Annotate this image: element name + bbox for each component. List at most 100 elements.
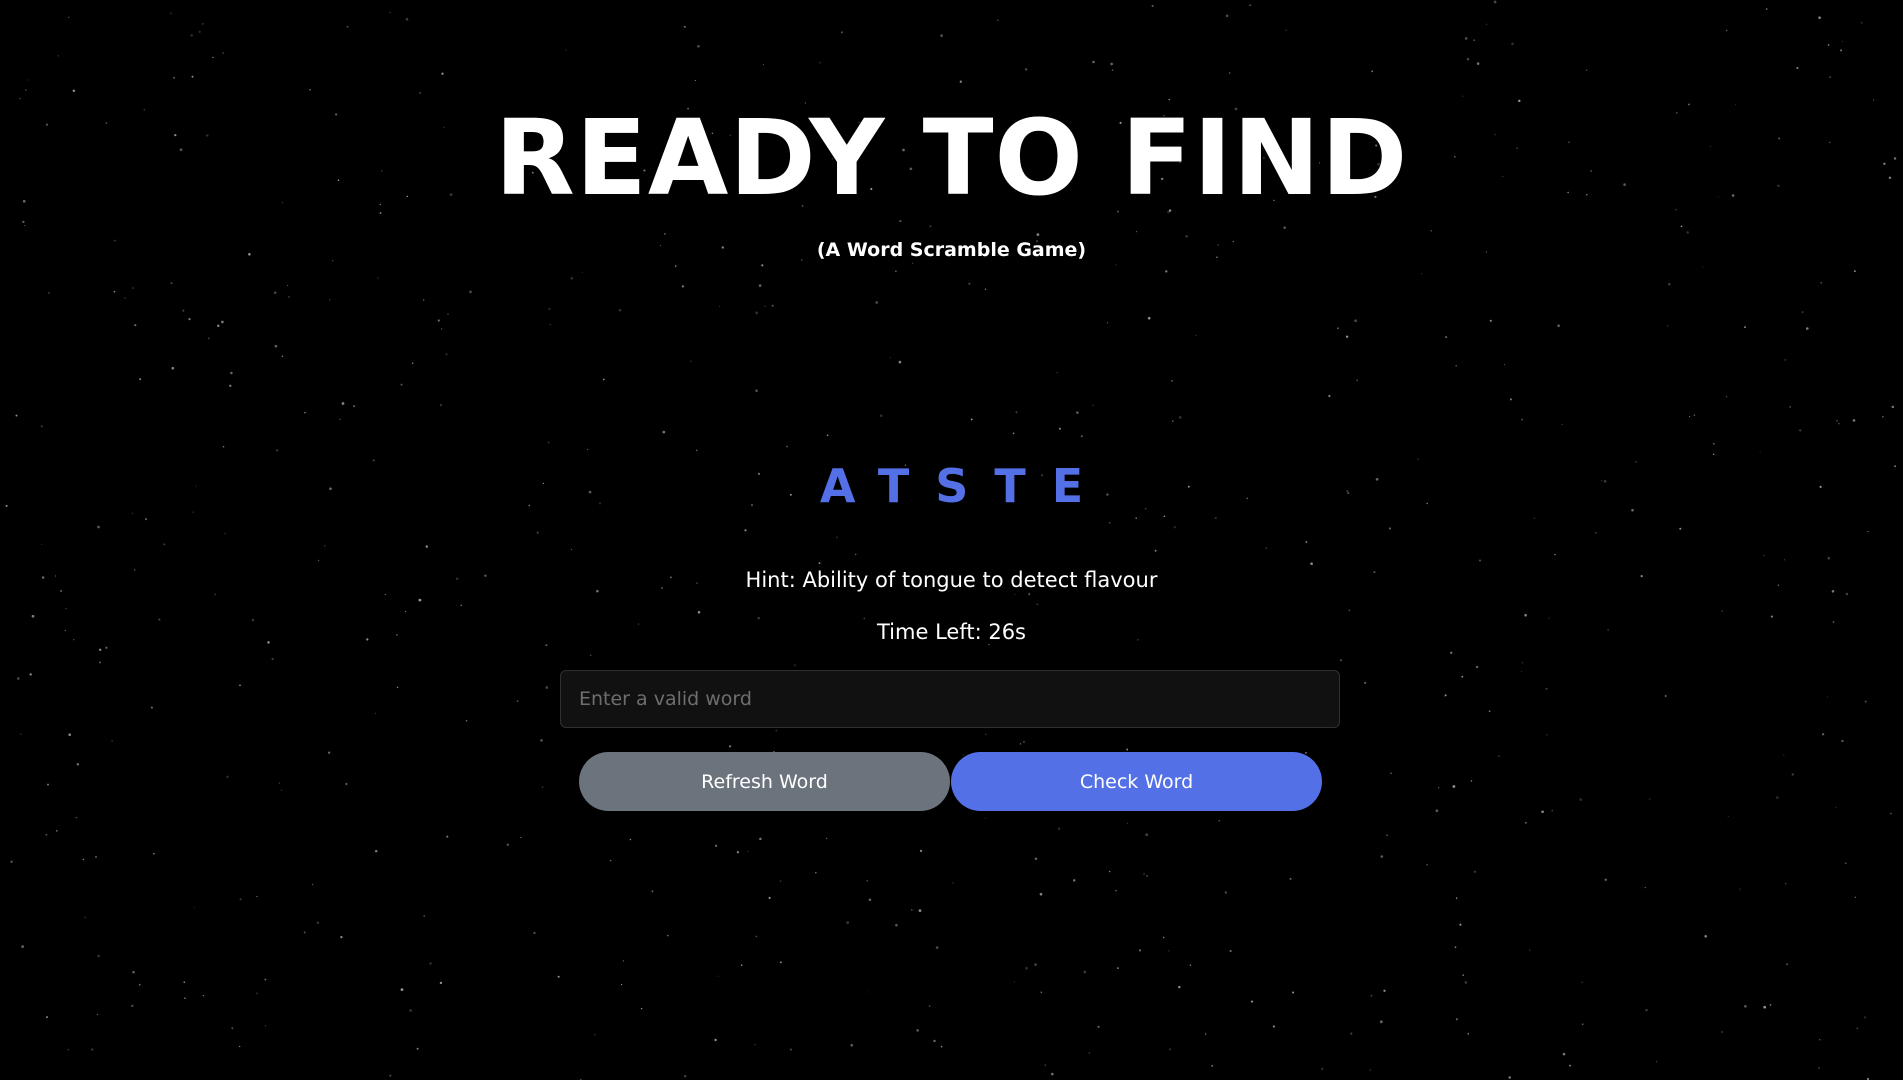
star-dot bbox=[1364, 681, 1367, 684]
star-dot bbox=[846, 921, 850, 924]
star-dot bbox=[775, 729, 778, 732]
star-dot bbox=[131, 1004, 134, 1008]
star-dot bbox=[533, 931, 536, 935]
star-dot bbox=[1890, 812, 1892, 815]
star-dot bbox=[1769, 1003, 1772, 1006]
star-dot bbox=[439, 404, 443, 407]
star-dot bbox=[239, 684, 241, 687]
star-dot bbox=[97, 525, 100, 529]
star-dot bbox=[1430, 229, 1433, 232]
star-dot bbox=[1799, 429, 1802, 432]
star-dot bbox=[696, 449, 698, 451]
star-dot bbox=[1668, 282, 1671, 286]
star-dot bbox=[952, 882, 954, 884]
star-dot bbox=[1072, 879, 1076, 882]
star-dot bbox=[919, 849, 923, 853]
star-dot bbox=[1595, 532, 1597, 534]
star-dot bbox=[779, 961, 782, 964]
star-dot bbox=[516, 700, 519, 702]
star-dot bbox=[1151, 4, 1154, 7]
star-dot bbox=[866, 991, 868, 993]
star-dot bbox=[768, 896, 771, 900]
star-dot bbox=[547, 441, 550, 444]
star-dot bbox=[1702, 266, 1704, 268]
check-word-button[interactable]: Check Word bbox=[951, 752, 1322, 811]
star-dot bbox=[1117, 967, 1119, 969]
star-dot bbox=[389, 1074, 392, 1077]
star-dot bbox=[221, 320, 224, 324]
star-dot bbox=[565, 49, 567, 51]
star-dot bbox=[1666, 324, 1669, 327]
star-dot bbox=[1475, 665, 1479, 669]
star-dot bbox=[664, 233, 666, 235]
star-dot bbox=[1272, 1025, 1276, 1028]
star-dot bbox=[1189, 964, 1192, 966]
star-dot bbox=[311, 883, 314, 886]
star-dot bbox=[1135, 517, 1138, 520]
star-dot bbox=[26, 79, 29, 81]
star-dot bbox=[594, 1034, 596, 1036]
star-dot bbox=[132, 287, 134, 289]
star-dot bbox=[1867, 531, 1869, 533]
star-dot bbox=[1466, 57, 1470, 61]
star-dot bbox=[1386, 834, 1388, 836]
star-dot bbox=[755, 389, 758, 393]
star-dot bbox=[324, 545, 326, 547]
star-dot bbox=[57, 55, 59, 57]
star-dot bbox=[45, 833, 48, 836]
star-dot bbox=[1818, 16, 1821, 20]
star-dot bbox=[1791, 773, 1794, 776]
star-dot bbox=[1521, 671, 1523, 673]
star-dot bbox=[183, 981, 186, 984]
star-dot bbox=[1498, 755, 1500, 757]
star-dot bbox=[1040, 991, 1043, 994]
star-dot bbox=[1827, 556, 1831, 560]
star-dot bbox=[1509, 398, 1512, 401]
star-dot bbox=[1827, 44, 1830, 46]
star-dot bbox=[264, 978, 267, 981]
star-dot bbox=[339, 418, 341, 420]
refresh-word-button[interactable]: Refresh Word bbox=[579, 752, 950, 811]
star-dot bbox=[835, 536, 838, 539]
star-dot bbox=[1546, 733, 1548, 736]
star-dot bbox=[895, 270, 897, 272]
star-dot bbox=[418, 598, 422, 602]
star-dot bbox=[10, 860, 13, 863]
star-dot bbox=[274, 344, 278, 348]
star-dot bbox=[82, 858, 85, 861]
star-dot bbox=[1172, 420, 1174, 422]
star-dot bbox=[1829, 76, 1831, 78]
star-dot bbox=[970, 418, 973, 421]
star-dot bbox=[193, 906, 195, 908]
star-dot bbox=[875, 301, 879, 304]
star-dot bbox=[1348, 609, 1351, 612]
star-dot bbox=[1250, 1000, 1254, 1003]
star-dot bbox=[1115, 889, 1117, 892]
star-dot bbox=[697, 45, 700, 48]
star-dot bbox=[895, 923, 898, 927]
star-dot bbox=[640, 1007, 643, 1010]
star-dot bbox=[1891, 405, 1895, 409]
star-dot bbox=[405, 17, 409, 21]
star-dot bbox=[1292, 991, 1295, 994]
star-dot bbox=[825, 837, 828, 840]
star-dot bbox=[469, 290, 472, 294]
star-dot bbox=[1179, 416, 1182, 419]
star-dot bbox=[548, 307, 551, 311]
star-dot bbox=[1860, 21, 1863, 24]
star-dot bbox=[171, 366, 175, 370]
star-dot bbox=[1388, 527, 1391, 530]
star-dot bbox=[1835, 806, 1837, 808]
star-dot bbox=[1450, 651, 1453, 654]
star-dot bbox=[1521, 661, 1524, 664]
star-dot bbox=[667, 934, 669, 937]
word-input[interactable] bbox=[560, 670, 1340, 728]
star-dot bbox=[736, 851, 740, 854]
star-dot bbox=[779, 880, 782, 882]
star-dot bbox=[587, 449, 589, 451]
star-dot bbox=[929, 225, 932, 228]
star-dot bbox=[1056, 371, 1058, 374]
star-dot bbox=[714, 1038, 717, 1042]
star-dot bbox=[815, 871, 817, 874]
star-dot bbox=[1108, 870, 1111, 873]
